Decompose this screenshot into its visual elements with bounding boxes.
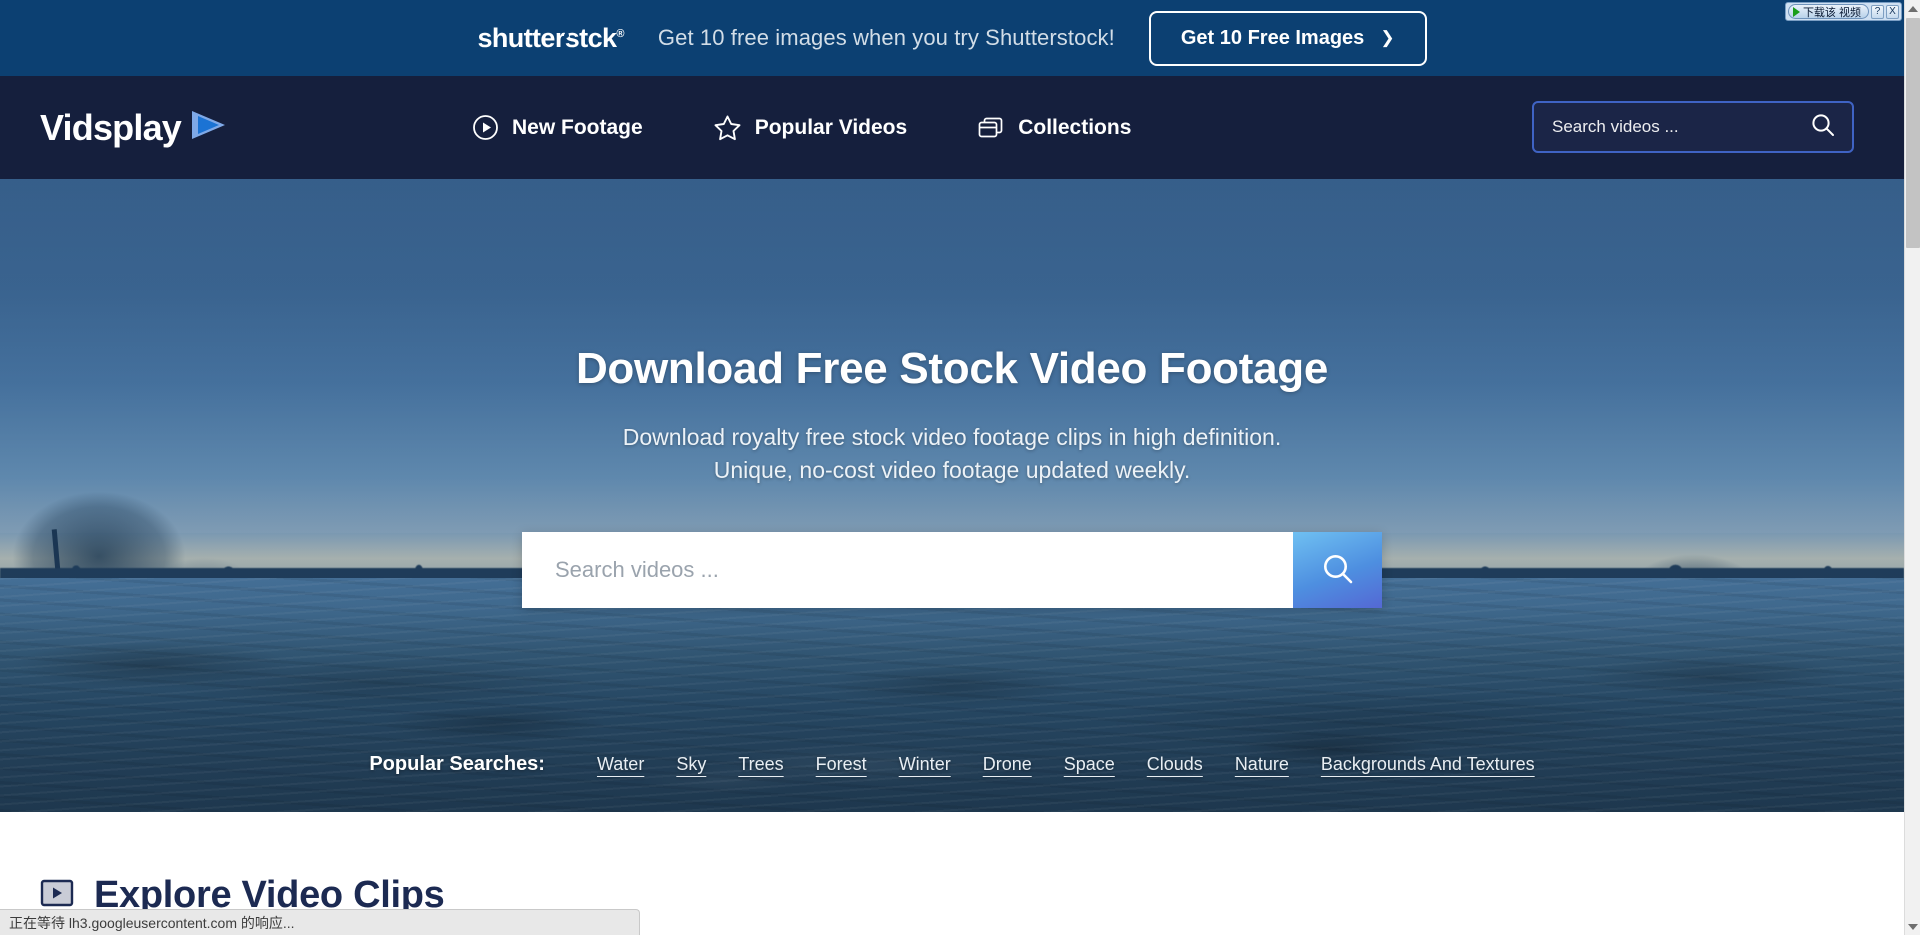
play-triangle-icon [1792,6,1800,17]
star-icon [713,114,742,142]
navbar-search-box[interactable] [1532,101,1854,153]
get-free-images-label: Get 10 Free Images [1180,26,1365,49]
video-play-box-icon [40,878,74,913]
get-free-images-button[interactable]: Get 10 Free Images ❯ [1148,10,1427,66]
chevron-right-icon: ❯ [1380,28,1395,47]
nav-item-new-footage-label: New Footage [512,115,643,139]
hero-search-bar [522,532,1382,608]
search-icon[interactable] [1810,112,1836,143]
play-circle-icon [472,114,499,141]
hero-search-button[interactable] [1293,532,1382,608]
registered-mark: ® [616,27,624,40]
hero-content: Download Free Stock Video Footage Downlo… [0,179,1904,608]
shutterstock-logo-text-a: shutterst [477,22,588,53]
popular-tag-drone[interactable]: Drone [983,754,1032,775]
caret-down-icon[interactable] [1905,918,1920,935]
popular-searches-row: Popular Searches: Water Sky Trees Forest… [0,753,1904,776]
search-icon [1320,551,1356,590]
vertical-scrollbar[interactable] [1904,0,1920,935]
nav-item-popular-videos-label: Popular Videos [754,115,908,139]
download-video-button[interactable]: 下载该 视频 [1787,4,1869,19]
hero-subtitle-line-1: Download royalty free stock video footag… [622,424,1282,450]
popular-tag-water[interactable]: Water [597,754,644,775]
popular-tag-sky[interactable]: Sky [676,754,706,775]
hero-subtitle: Download royalty free stock video footag… [0,421,1904,487]
cards-stack-icon [977,115,1005,141]
popular-tag-space[interactable]: Space [1064,754,1115,775]
shutterstock-promo-banner: shutterstck® Get 10 free images when you… [0,0,1904,76]
nav-item-new-footage[interactable]: New Footage [472,114,643,141]
shutterstock-logo-text-b: ck [587,22,617,53]
popular-tag-winter[interactable]: Winter [899,754,951,775]
play-triangle-icon [187,108,229,147]
main-navbar: Vidsplay New Footage Popular Videos Coll… [0,76,1904,179]
explore-video-clips-section: Explore Video Clips [0,812,1904,917]
webpage: shutterstck® Get 10 free images when you… [0,0,1904,935]
caret-up-icon[interactable] [1905,0,1920,17]
popular-searches-label: Popular Searches: [369,753,545,775]
nav-item-popular-videos[interactable]: Popular Videos [713,114,908,142]
shutterstock-logo[interactable]: shutterstck® [477,22,624,54]
popular-tag-backgrounds-and-textures[interactable]: Backgrounds And Textures [1321,754,1535,775]
browser-viewport: shutterstck® Get 10 free images when you… [0,0,1920,935]
help-button[interactable]: ? [1871,4,1884,19]
download-video-label: 下载该 视频 [1802,6,1861,19]
download-video-widget: 下载该 视频 ? X [1784,2,1902,21]
hero-section: Download Free Stock Video Footage Downlo… [0,179,1904,812]
hero-title: Download Free Stock Video Footage [575,344,1329,393]
promo-message: Get 10 free images when you try Shutters… [657,25,1115,50]
hero-subtitle-line-2: Unique, no-cost video footage updated we… [713,457,1191,483]
status-bar-text: 正在等待 lh3.googleusercontent.com 的响应... [9,914,295,931]
browser-status-bar: 正在等待 lh3.googleusercontent.com 的响应... [0,909,640,935]
nav-item-collections[interactable]: Collections [977,115,1131,141]
hero-search-input[interactable] [522,532,1293,608]
popular-tag-nature[interactable]: Nature [1235,754,1289,775]
shutterstock-logo-dot [563,32,569,38]
nav-item-collections-label: Collections [1018,115,1132,139]
navbar-search-input[interactable] [1552,117,1810,137]
vidsplay-logo-text: Vidsplay [40,106,182,148]
popular-tag-forest[interactable]: Forest [816,754,867,775]
close-icon[interactable]: X [1886,4,1899,19]
popular-tag-trees[interactable]: Trees [738,754,783,775]
vidsplay-logo[interactable]: Vidsplay [40,107,229,149]
scrollbar-thumb[interactable] [1906,18,1920,248]
nav-links: New Footage Popular Videos Collections [472,114,1131,142]
popular-tag-clouds[interactable]: Clouds [1147,754,1203,775]
